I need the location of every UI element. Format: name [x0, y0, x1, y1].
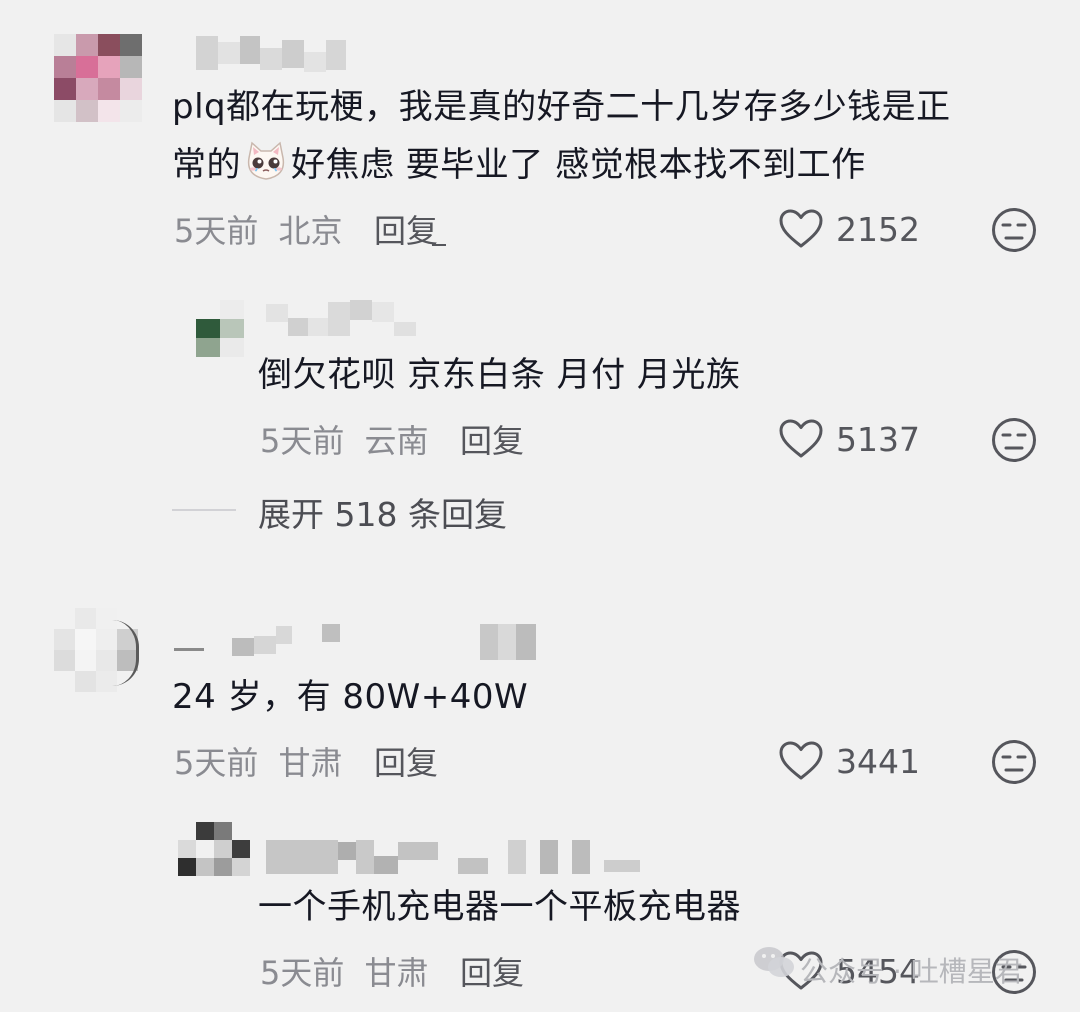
expand-replies-button[interactable]: 展开 518 条回复 [258, 488, 507, 536]
comment-location: 北京 [278, 212, 343, 250]
comment-time: 5天前 [174, 744, 259, 782]
like-count: 5137 [836, 420, 920, 459]
reply-button[interactable]: 回复 [460, 948, 524, 994]
comment-location: 云南 [364, 422, 429, 460]
username[interactable] [196, 36, 346, 72]
like-count: 3441 [836, 742, 920, 781]
comment-location: 甘肃 [364, 954, 429, 992]
username[interactable] [266, 840, 640, 874]
comment-text-line: 常的 [172, 145, 241, 185]
comment-meta: 5天前 北京 [174, 206, 343, 252]
comment-time: 5天前 [174, 212, 259, 250]
avatar[interactable] [54, 34, 142, 122]
crying-cat-emoji [247, 141, 285, 180]
comment-meta: 5天前 云南 [260, 416, 429, 462]
heart-outline-icon[interactable] [778, 418, 824, 460]
avatar[interactable] [196, 300, 244, 358]
comment-location: 甘肃 [278, 744, 343, 782]
expand-divider [172, 509, 236, 511]
reply-button[interactable]: 回复 [374, 738, 438, 784]
heart-outline-icon[interactable] [778, 740, 824, 782]
comment-text: plq都在玩梗，我是真的好奇二十几岁存多少钱是正 [172, 78, 951, 136]
reply-button[interactable]: 回复 [460, 416, 524, 462]
neutral-face-icon[interactable] [990, 738, 1038, 786]
cursor-mark [432, 244, 446, 246]
comment-time: 5天前 [260, 954, 345, 992]
reply-text: 倒欠花呗 京东白条 月付 月光族 [258, 355, 741, 395]
comment-text-line: 好焦虑 要毕业了 感觉根本找不到工作 [291, 145, 866, 185]
reply-text: 一个手机充电器一个平板充电器 [258, 887, 741, 927]
heart-outline-icon[interactable] [778, 208, 824, 250]
comment-text: 常的 好焦虑 要毕业了 感觉根本找不到工作 [172, 136, 866, 194]
reply-button[interactable]: 回复 [374, 206, 438, 252]
comment-meta: 5天前 甘肃 [174, 738, 343, 784]
neutral-face-icon[interactable] [990, 416, 1038, 464]
like-count: 2152 [836, 210, 920, 249]
avatar[interactable] [178, 822, 250, 876]
username[interactable] [266, 300, 416, 336]
watermark-text: 公众号 · 吐槽星君 [800, 955, 1023, 988]
comment-text-line: plq都在玩梗，我是真的好奇二十几岁存多少钱是正 [172, 87, 951, 127]
neutral-face-icon[interactable] [990, 206, 1038, 254]
wechat-icon [754, 947, 794, 977]
comment-meta: 5天前 甘肃 [260, 948, 429, 994]
comment-time: 5天前 [260, 422, 345, 460]
comment-text: 24 岁，有 80W+40W [172, 677, 529, 717]
username[interactable] [174, 622, 536, 660]
